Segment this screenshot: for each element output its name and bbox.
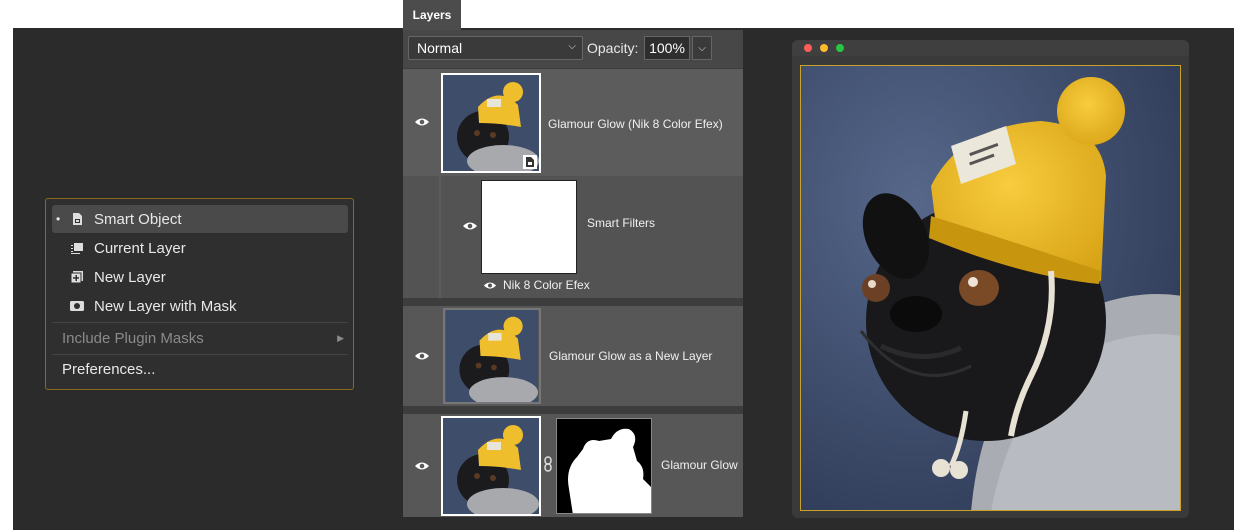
- layer-mask-thumbnail[interactable]: [556, 418, 652, 514]
- close-window-button[interactable]: [804, 44, 812, 52]
- menu-divider: [52, 322, 348, 323]
- zoom-window-button[interactable]: [836, 44, 844, 52]
- menu-item-include-plugin-masks[interactable]: Include Plugin Masks ▶: [52, 324, 348, 352]
- preview-window: [792, 40, 1189, 518]
- menu-item-preferences[interactable]: Preferences...: [52, 355, 348, 383]
- menu-item-label: Include Plugin Masks: [62, 329, 204, 347]
- layer-row-smart-filters[interactable]: Smart Filters Nik 8 Color Efex: [403, 176, 743, 298]
- tab-layers[interactable]: Layers: [403, 0, 461, 30]
- chain-link-icon[interactable]: [543, 456, 553, 472]
- mask-icon: [70, 299, 84, 313]
- smart-filters-label[interactable]: Smart Filters: [587, 216, 655, 230]
- menu-item-label: Preferences...: [62, 360, 156, 378]
- menu-item-new-layer-with-mask[interactable]: New Layer with Mask: [52, 292, 348, 320]
- opacity-dropdown-button[interactable]: ⌵: [692, 36, 712, 60]
- menu-item-smart-object[interactable]: • Smart Object: [52, 205, 348, 233]
- new-layer-icon: [70, 270, 84, 284]
- layer-name[interactable]: Glamour Glow: [661, 458, 738, 472]
- menu-item-current-layer[interactable]: Current Layer: [52, 234, 348, 262]
- opacity-input[interactable]: 100%: [644, 36, 690, 60]
- layer-thumbnail[interactable]: [441, 73, 541, 173]
- blend-mode-select[interactable]: Normal ⌵: [408, 36, 583, 60]
- menu-item-new-layer[interactable]: New Layer: [52, 263, 348, 291]
- visibility-eye-icon[interactable]: [462, 221, 478, 231]
- visibility-eye-icon[interactable]: [414, 461, 430, 471]
- smart-object-badge-icon: [523, 155, 537, 169]
- filter-indent-line: [439, 176, 441, 298]
- menu-item-label: Current Layer: [94, 239, 186, 257]
- layer-row-smart-object[interactable]: Glamour Glow (Nik 8 Color Efex): [403, 69, 743, 176]
- visibility-eye-icon[interactable]: [414, 117, 430, 127]
- visibility-eye-icon[interactable]: [483, 281, 497, 290]
- selected-bullet-icon: •: [56, 212, 61, 226]
- layers-toolbar: Normal ⌵ Opacity: 100% ⌵: [403, 30, 743, 68]
- visibility-eye-icon[interactable]: [414, 351, 430, 361]
- menu-item-label: New Layer with Mask: [94, 297, 237, 315]
- apply-to-menu: • Smart Object Current Layer New Layer N…: [45, 198, 354, 390]
- layer-row-masked[interactable]: Glamour Glow: [403, 414, 743, 517]
- chevron-down-icon: ⌵: [568, 41, 576, 52]
- window-titlebar: [792, 40, 1189, 56]
- layer-thumbnail[interactable]: [443, 308, 541, 404]
- layers-panel: Normal ⌵ Opacity: 100% ⌵ Glamour Glow (N…: [403, 30, 743, 517]
- minimize-window-button[interactable]: [820, 44, 828, 52]
- current-layer-icon: [70, 241, 84, 255]
- layer-thumbnail[interactable]: [441, 416, 541, 516]
- filter-name[interactable]: Nik 8 Color Efex: [503, 278, 590, 292]
- submenu-arrow-icon: ▶: [337, 332, 344, 343]
- pug-photo: [800, 65, 1181, 511]
- filter-mask-thumbnail[interactable]: [481, 180, 577, 274]
- menu-item-label: Smart Object: [94, 210, 182, 228]
- smart-object-icon: [70, 212, 84, 226]
- opacity-label: Opacity:: [587, 40, 639, 56]
- layer-name[interactable]: Glamour Glow as a New Layer: [549, 349, 712, 363]
- blend-mode-value: Normal: [417, 40, 463, 56]
- layer-name[interactable]: Glamour Glow (Nik 8 Color Efex): [548, 117, 723, 131]
- layer-row-new-layer[interactable]: Glamour Glow as a New Layer: [403, 306, 743, 406]
- menu-item-label: New Layer: [94, 268, 166, 286]
